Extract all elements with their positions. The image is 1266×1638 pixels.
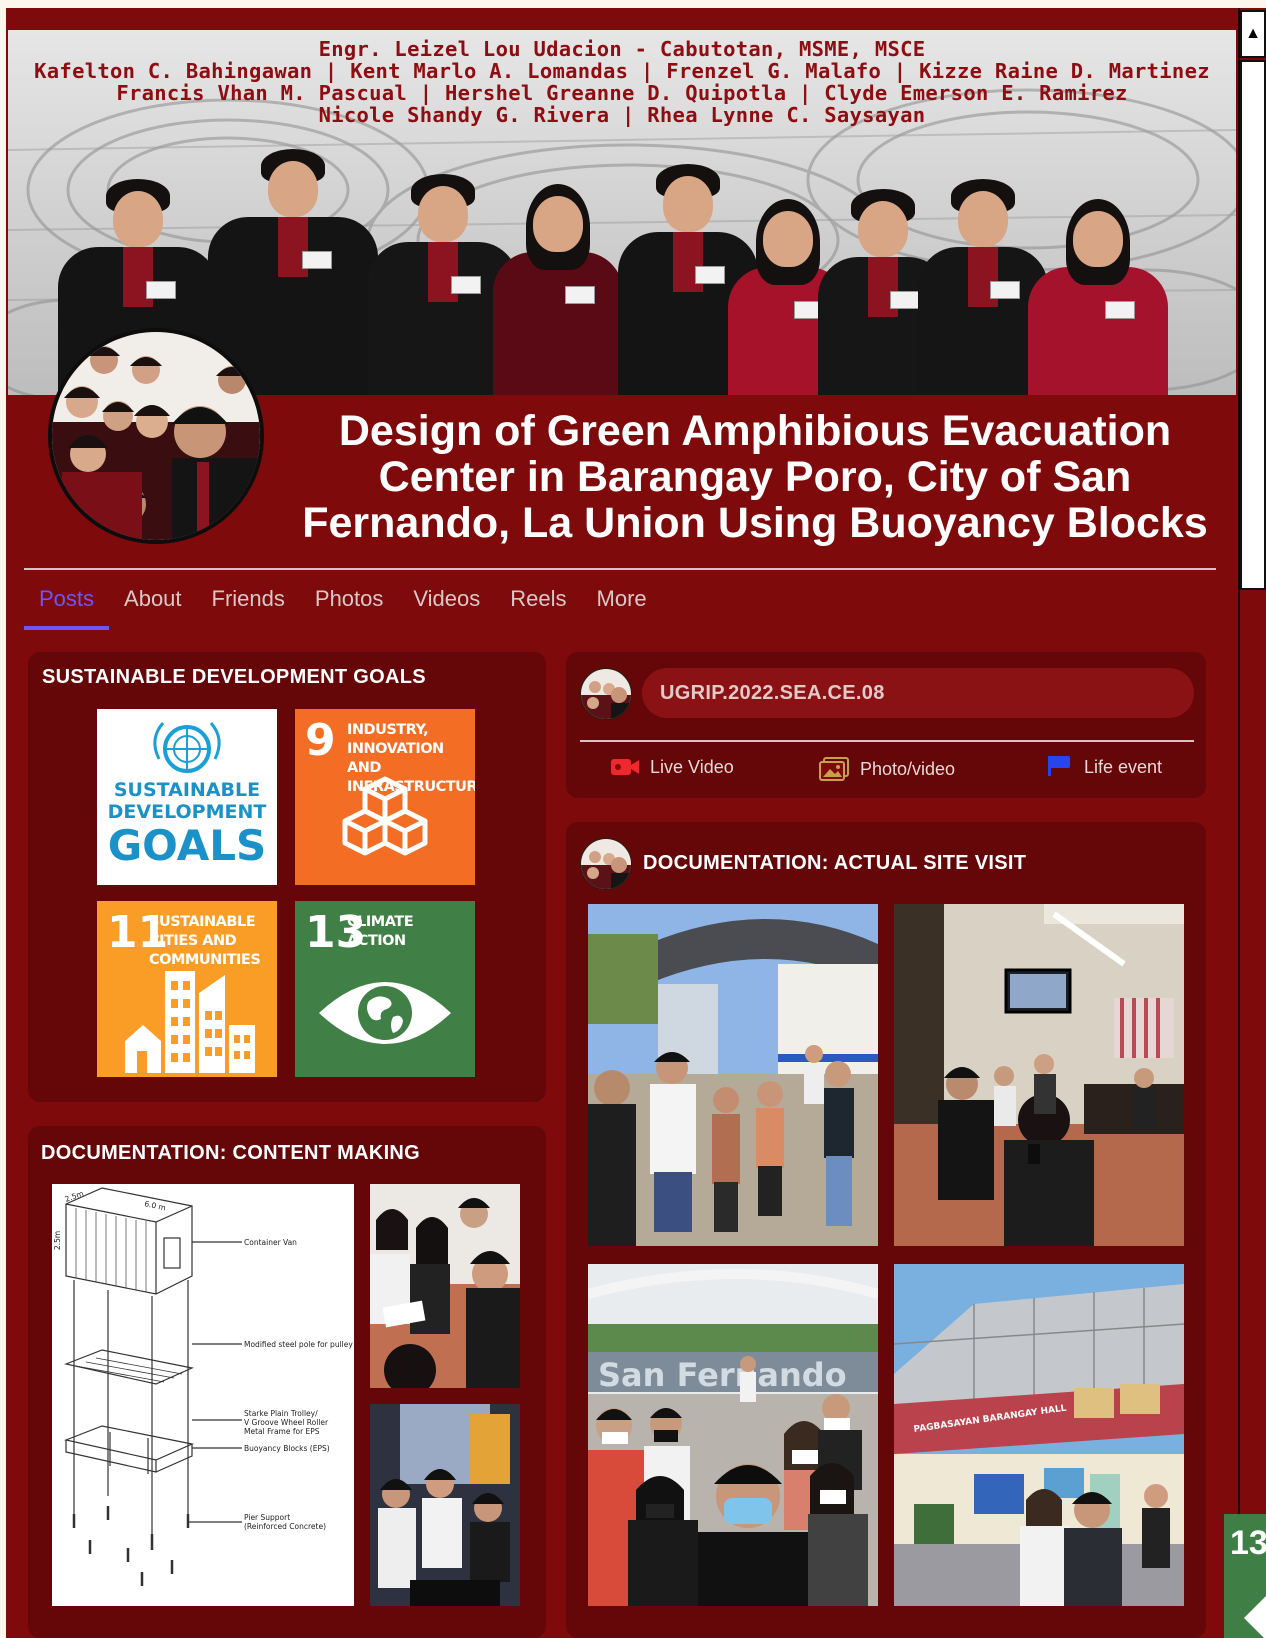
city-icon — [125, 971, 255, 1073]
label-buoyancy-blocks: Buoyancy Blocks (EPS) — [244, 1444, 330, 1453]
site-visit-title: DOCUMENTATION: ACTUAL SITE VISIT — [643, 852, 1027, 874]
profile-picture[interactable] — [48, 328, 264, 544]
sdg-logo-text: SUSTAINABLE DEVELOPMENT GOALS — [107, 779, 267, 870]
title-line-2: Center in Barangay Poro, City of San — [378, 453, 1132, 501]
flag-icon — [1048, 756, 1070, 776]
container-van-diagram[interactable]: 2.5m 6.0 m 2.5m Container Van Modified s… — [52, 1184, 354, 1606]
sdg-logo-tile[interactable]: SUSTAINABLE DEVELOPMENT GOALS — [97, 709, 277, 885]
students-working-photo — [370, 1404, 520, 1606]
content-photo-2[interactable] — [370, 1404, 520, 1606]
tab-posts[interactable]: Posts — [24, 580, 110, 630]
content-photo-1[interactable] — [370, 1184, 520, 1388]
live-video-label: Live Video — [650, 756, 734, 777]
chevron-left-icon — [1244, 1596, 1266, 1638]
composer-avatar[interactable] — [580, 668, 632, 720]
profile-picture-image — [52, 332, 260, 540]
site-photo-2[interactable] — [894, 904, 1184, 1246]
scroll-up-arrow-icon[interactable]: ▲ — [1240, 10, 1266, 58]
site-visit-avatar-image — [581, 839, 631, 889]
site-photo-1[interactable] — [588, 904, 878, 1246]
label-metal-frame: Metal Frame for EPS — [244, 1427, 320, 1436]
tab-photos[interactable]: Photos — [300, 580, 399, 630]
life-event-button[interactable]: Life event — [1046, 756, 1162, 778]
office-meeting-photo — [894, 904, 1184, 1246]
corner-sdg-badge: 13 — [1224, 1514, 1266, 1638]
profile-tabs: Posts About Friends Photos Videos Reels … — [24, 580, 662, 630]
content-making-title: DOCUMENTATION: CONTENT MAKING — [41, 1142, 421, 1164]
live-video-button[interactable]: Live Video — [610, 756, 734, 778]
video-camera-icon — [611, 759, 639, 775]
composer-divider — [580, 740, 1194, 742]
san-fernando-sign: San Fernando — [598, 1356, 847, 1394]
sdg-card-title: SUSTAINABLE DEVELOPMENT GOALS — [42, 666, 426, 688]
label-wheel-roller: V Groove Wheel Roller — [244, 1418, 329, 1427]
students-table-photo — [370, 1184, 520, 1388]
title-line-1: Design of Green Amphibious Evacuation — [338, 407, 1172, 455]
site-photo-3[interactable]: San Fernando — [588, 1264, 878, 1606]
sdg-tile-13[interactable]: 13 CLIMATE ACTION — [295, 901, 475, 1077]
life-event-label: Life event — [1084, 756, 1163, 777]
label-trolley: Starke Plain Trolley/ — [244, 1409, 318, 1418]
photo-video-label: Photo/video — [860, 758, 956, 779]
members-line-3: Nicole Shandy G. Rivera | Rhea Lynne C. … — [318, 103, 926, 127]
title-line-3: Fernando, La Union Using Buoyancy Blocks — [302, 499, 1208, 547]
group-selfie-photo: San Fernando — [588, 1264, 878, 1606]
photo-icon — [819, 757, 849, 781]
team-member-figure — [493, 184, 623, 395]
tab-about[interactable]: About — [109, 580, 197, 630]
team-credits: Engr. Leizel Lou Udacion - Cabutotan, MS… — [8, 38, 1236, 126]
eye-globe-icon — [319, 982, 451, 1044]
tab-reels[interactable]: Reels — [495, 580, 581, 630]
scrollbar-thumb[interactable] — [1240, 60, 1266, 590]
tab-videos[interactable]: Videos — [398, 580, 495, 630]
label-container-van: Container Van — [244, 1238, 297, 1247]
tabs-divider — [24, 568, 1216, 570]
dim-width: 2.5m — [64, 1189, 85, 1204]
site-visit-avatar[interactable] — [580, 838, 632, 890]
site-photo-4[interactable]: PAGBASAYAN BARANGAY HALL — [894, 1264, 1184, 1606]
members-line-1: Kafelton C. Bahingawan | Kent Marlo A. L… — [34, 59, 1210, 83]
composer-avatar-image — [581, 669, 631, 719]
tab-friends[interactable]: Friends — [197, 580, 300, 630]
adviser-line: Engr. Leizel Lou Udacion - Cabutotan, MS… — [318, 37, 926, 61]
corner-badge-number: 13 — [1230, 1524, 1266, 1562]
outdoor-site-photo — [588, 904, 878, 1246]
composer-input[interactable]: UGRIP.2022.SEA.CE.08 — [642, 668, 1194, 718]
label-steel-pole: Modified steel pole for pulley — [244, 1340, 353, 1349]
team-member-figure — [208, 149, 378, 395]
technical-drawing: 2.5m 6.0 m 2.5m Container Van Modified s… — [53, 1187, 353, 1586]
cubes-icon — [342, 776, 428, 856]
page-title: Design of Green Amphibious Evacuation Ce… — [280, 408, 1230, 546]
label-reinforced-concrete: (Reinforced Concrete) — [244, 1522, 326, 1531]
dim-length: 6.0 m — [144, 1199, 167, 1212]
barangay-hall-photo: PAGBASAYAN BARANGAY HALL — [894, 1264, 1184, 1606]
dim-height: 2.5m — [53, 1231, 62, 1250]
sdg-tile-9[interactable]: 9 INDUSTRY, INNOVATION AND INFRASTRUCTUR… — [295, 709, 475, 885]
team-member-figure — [1028, 199, 1168, 395]
sdg-tile-11[interactable]: 11 SUSTAINABLE CITIES AND COMMUNITIES — [97, 901, 277, 1077]
label-pier-support: Pier Support — [244, 1513, 290, 1522]
photo-video-button[interactable]: Photo/video — [818, 756, 955, 782]
members-line-2: Francis Vhan M. Pascual | Hershel Greann… — [116, 81, 1128, 105]
tab-more[interactable]: More — [582, 580, 662, 630]
